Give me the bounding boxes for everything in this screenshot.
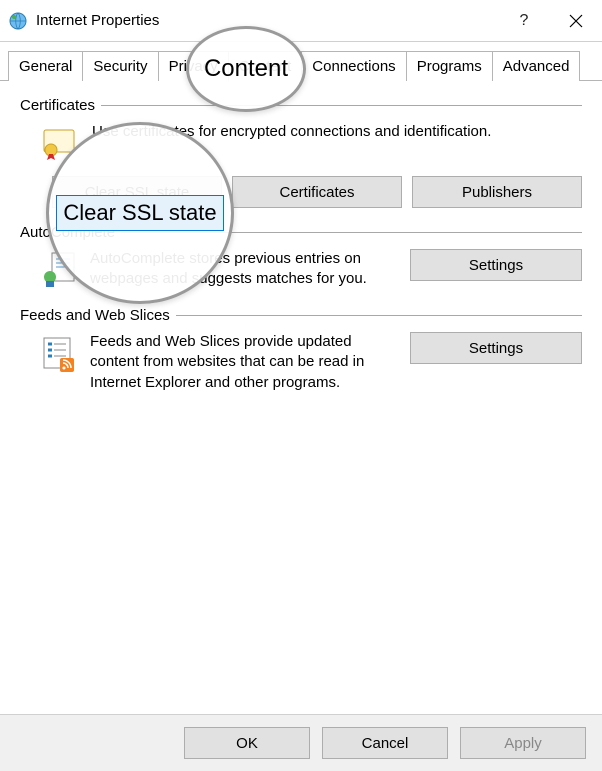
autocomplete-description: AutoComplete stores previous entries on …: [90, 249, 400, 290]
group-title-autocomplete: AutoComplete: [20, 224, 121, 241]
tab-connections[interactable]: Connections: [301, 51, 406, 81]
dialog-footer: OK Cancel Apply: [0, 714, 602, 771]
group-autocomplete: AutoComplete AutoComplete stores previou…: [20, 224, 582, 291]
ok-button[interactable]: OK: [184, 727, 310, 759]
tab-advanced[interactable]: Advanced: [492, 51, 581, 81]
certificates-description: Use certificates for encrypted connectio…: [92, 122, 582, 142]
publishers-button[interactable]: Publishers: [412, 176, 582, 208]
feeds-description: Feeds and Web Slices provide updated con…: [90, 332, 400, 393]
tab-strip: General Security Privacy Content Connect…: [0, 42, 602, 81]
group-certificates: Certificates Use certificates for encryp…: [20, 97, 582, 208]
group-title-certificates: Certificates: [20, 97, 101, 114]
tab-privacy[interactable]: Privacy: [158, 51, 229, 81]
apply-button[interactable]: Apply: [460, 727, 586, 759]
clear-ssl-state-button[interactable]: Clear SSL state: [52, 176, 222, 208]
divider: [176, 315, 582, 316]
globe-icon: [8, 11, 28, 31]
tab-programs[interactable]: Programs: [406, 51, 493, 81]
group-feeds: Feeds and Web Slices Feeds and Web Slice…: [20, 307, 582, 393]
feeds-icon: [38, 332, 80, 374]
divider: [101, 105, 582, 106]
certificates-button[interactable]: Certificates: [232, 176, 402, 208]
cancel-button[interactable]: Cancel: [322, 727, 448, 759]
tab-security[interactable]: Security: [82, 51, 158, 81]
titlebar: Internet Properties ?: [0, 0, 602, 42]
divider: [121, 232, 582, 233]
tab-content[interactable]: Content: [228, 51, 303, 81]
close-button[interactable]: [550, 0, 602, 42]
certificate-icon: [38, 122, 80, 164]
autocomplete-icon: [38, 249, 80, 291]
tab-general[interactable]: General: [8, 51, 83, 81]
content-panel: Certificates Use certificates for encryp…: [0, 81, 602, 393]
window-title: Internet Properties: [36, 12, 159, 29]
group-title-feeds: Feeds and Web Slices: [20, 307, 176, 324]
autocomplete-settings-button[interactable]: Settings: [410, 249, 582, 281]
help-button[interactable]: ?: [498, 0, 550, 42]
feeds-settings-button[interactable]: Settings: [410, 332, 582, 364]
